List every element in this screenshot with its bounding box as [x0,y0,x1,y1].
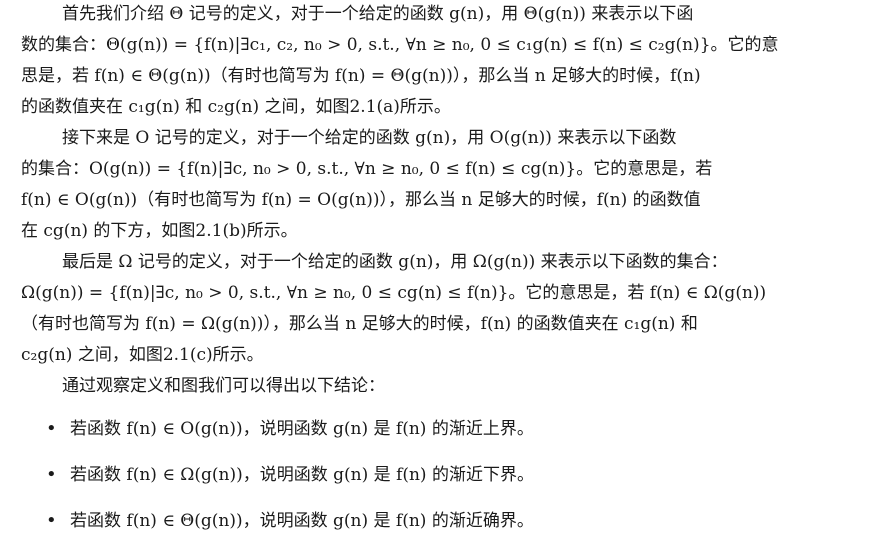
o-paragraph-line-4: 在 cg(n) 的下方，如图2.1(b)所示。 [21,221,298,241]
theta-paragraph-line-4: 的函数值夹在 c₁g(n) 和 c₂g(n) 之间，如图2.1(a)所示。 [21,97,451,117]
theta-paragraph-line-2: 数的集合：Θ(g(n)) = {f(n)|∃c₁, c₂, n₀ > 0, s.… [21,35,779,55]
o-paragraph-line-1: 接下来是 O 记号的定义，对于一个给定的函数 g(n)，用 O(g(n)) 来表… [62,128,677,148]
omega-paragraph-line-2: Ω(g(n)) = {f(n)|∃c, n₀ > 0, s.t., ∀n ≥ n… [21,283,767,303]
omega-paragraph-line-1: 最后是 Ω 记号的定义，对于一个给定的函数 g(n)，用 Ω(g(n)) 来表示… [62,252,728,272]
o-paragraph-line-2: 的集合：O(g(n)) = {f(n)|∃c, n₀ > 0, s.t., ∀n… [21,159,713,179]
bullet-text: 若函数 f(n) ∈ Θ(g(n))，说明函数 g(n) 是 f(n) 的渐近确… [70,511,534,531]
theta-paragraph-line-1: 首先我们介绍 Θ 记号的定义，对于一个给定的函数 g(n)，用 Θ(g(n)) … [62,4,694,24]
document-page: 首先我们介绍 Θ 记号的定义，对于一个给定的函数 g(n)，用 Θ(g(n)) … [0,0,874,538]
bullet-icon: • [46,464,57,485]
o-paragraph-line-3: f(n) ∈ O(g(n))（有时也简写为 f(n) = O(g(n))），那么… [21,190,701,210]
bullet-text: 若函数 f(n) ∈ Ω(g(n))，说明函数 g(n) 是 f(n) 的渐近下… [70,465,534,485]
bullet-text: 若函数 f(n) ∈ O(g(n))，说明函数 g(n) 是 f(n) 的渐近上… [70,419,534,439]
omega-paragraph-line-4: c₂g(n) 之间，如图2.1(c)所示。 [21,345,264,365]
bullet-item-upper-bound: • 若函数 f(n) ∈ O(g(n))，说明函数 g(n) 是 f(n) 的渐近… [46,418,534,440]
bullet-icon: • [46,510,57,531]
theta-paragraph-line-3: 思是，若 f(n) ∈ Θ(g(n))（有时也简写为 f(n) = Θ(g(n)… [21,66,701,86]
bullet-item-tight-bound: • 若函数 f(n) ∈ Θ(g(n))，说明函数 g(n) 是 f(n) 的渐近… [46,510,534,532]
conclusion-intro: 通过观察定义和图我们可以得出以下结论： [62,376,385,396]
bullet-item-lower-bound: • 若函数 f(n) ∈ Ω(g(n))，说明函数 g(n) 是 f(n) 的渐近… [46,464,534,486]
omega-paragraph-line-3: （有时也简写为 f(n) = Ω(g(n))），那么当 n 足够大的时候，f(n… [21,314,698,334]
bullet-icon: • [46,418,57,439]
